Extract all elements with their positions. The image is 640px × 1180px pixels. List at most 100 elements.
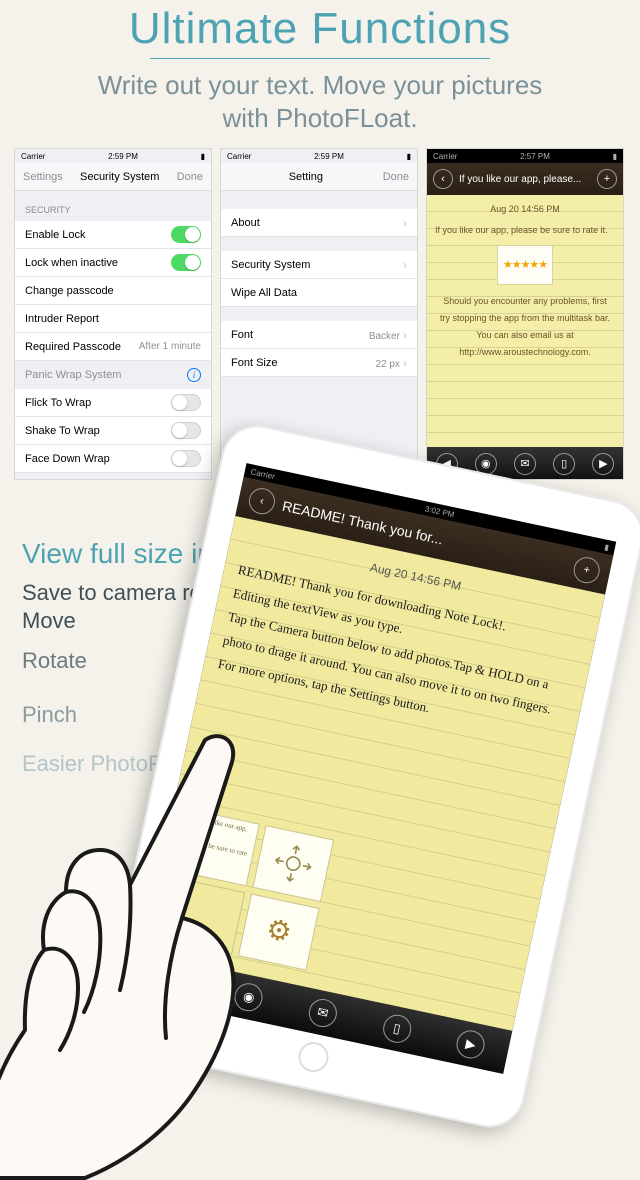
next-button[interactable]: ▶ xyxy=(592,453,614,475)
page-subtitle: Write out your text. Move your pictures … xyxy=(0,69,640,148)
note-line-1: If you like our app, please be sure to r… xyxy=(435,222,615,239)
prev-button[interactable]: ◀ xyxy=(158,965,191,998)
status-bar: Carrier 2:59 PM ▮ xyxy=(221,149,417,163)
title-underline xyxy=(150,58,490,59)
ipad-screen: Carrier 3:02 PM ▮ ‹ README! Thank you fo… xyxy=(133,463,616,1074)
battery-icon: ▮ xyxy=(613,152,617,161)
toggle-flick[interactable] xyxy=(171,394,201,411)
carrier-label: Carrier xyxy=(227,152,251,161)
toggle-facedown[interactable] xyxy=(171,450,201,467)
carrier-label: Carrier xyxy=(433,152,457,161)
trash-button[interactable]: ▯ xyxy=(553,453,575,475)
note-nav-bar: ‹ If you like our app, please... + xyxy=(427,163,623,195)
back-button[interactable]: ‹ xyxy=(247,486,278,517)
note-line-2: Should you encounter any problems, first… xyxy=(435,293,615,361)
ipad-body: Carrier 3:02 PM ▮ ‹ README! Thank you fo… xyxy=(96,419,640,1134)
subtitle-line-2: with PhotoFLoat. xyxy=(222,103,417,133)
label-font: Font xyxy=(231,329,253,341)
mail-button[interactable]: ✉ xyxy=(514,453,536,475)
widget-empty[interactable] xyxy=(163,878,245,955)
back-button[interactable]: Settings xyxy=(23,171,63,183)
row-facedown-wrap[interactable]: Face Down Wrap xyxy=(15,445,211,473)
status-bar: Carrier 2:57 PM ▮ xyxy=(427,149,623,163)
row-change-passcode[interactable]: Change passcode xyxy=(15,277,211,305)
row-lock-inactive[interactable]: Lock when inactive xyxy=(15,249,211,277)
row-required-passcode[interactable]: Required Passcode After 1 minute xyxy=(15,333,211,361)
label-intruder: Intruder Report xyxy=(25,313,99,325)
label-enable-lock: Enable Lock xyxy=(25,229,86,241)
label-about: About xyxy=(231,217,260,229)
toggle-lock-inactive[interactable] xyxy=(171,254,201,271)
note-paper[interactable]: Aug 20 14:56 PM README! Thank you for do… xyxy=(143,516,605,1031)
label-fontsize: Font Size xyxy=(231,357,277,369)
label-flick: Flick To Wrap xyxy=(25,397,91,409)
screenshot-triptych: Carrier 2:59 PM ▮ Settings Security Syst… xyxy=(0,148,640,480)
section-panic-wrap: Panic Wrap System i xyxy=(15,361,211,389)
label-facedown: Face Down Wrap xyxy=(25,453,110,465)
subtitle-line-1: Write out your text. Move your pictures xyxy=(98,70,543,100)
note-date: Aug 20 14:56 PM xyxy=(435,201,615,218)
row-wipe-data[interactable]: Wipe All Data xyxy=(221,279,417,307)
value-font: Backer › xyxy=(369,328,407,342)
nav-bar: Setting Done xyxy=(221,163,417,191)
chevron-right-icon: › xyxy=(403,216,407,230)
toggle-enable-lock[interactable] xyxy=(171,226,201,243)
done-button[interactable]: Done xyxy=(177,171,203,183)
row-intruder-report[interactable]: Intruder Report xyxy=(15,305,211,333)
clock-label: 2:57 PM xyxy=(520,152,550,161)
value-required: After 1 minute xyxy=(139,341,201,352)
next-button[interactable]: ▶ xyxy=(454,1028,487,1061)
done-button[interactable]: Done xyxy=(383,171,409,183)
nav-bar: Settings Security System Done xyxy=(15,163,211,191)
battery-icon: ▮ xyxy=(201,152,205,161)
widget-rate-note[interactable]: If you like our app, please be sure to r… xyxy=(178,809,260,886)
label-wipe: Wipe All Data xyxy=(231,287,297,299)
battery-icon: ▮ xyxy=(407,152,411,161)
row-shake-wrap[interactable]: Shake To Wrap xyxy=(15,417,211,445)
label-lock-inactive: Lock when inactive xyxy=(25,257,118,269)
spacer xyxy=(221,307,417,321)
toggle-shake[interactable] xyxy=(171,422,201,439)
spacer xyxy=(221,191,417,209)
note-paper[interactable]: Aug 20 14:56 PM If you like our app, ple… xyxy=(427,195,623,447)
nav-title: Security System xyxy=(80,171,159,183)
spacer xyxy=(221,237,417,251)
chevron-right-icon: › xyxy=(403,258,407,272)
row-flick-wrap[interactable]: Flick To Wrap xyxy=(15,389,211,417)
home-button[interactable] xyxy=(296,1039,332,1075)
status-bar: Carrier 2:59 PM ▮ xyxy=(15,149,211,163)
page-title: Ultimate Functions xyxy=(0,4,640,54)
row-enable-lock[interactable]: Enable Lock xyxy=(15,221,211,249)
clock-label: 2:59 PM xyxy=(314,152,344,161)
battery-icon: ▮ xyxy=(604,542,610,552)
ipad-mockup: Carrier 3:02 PM ▮ ‹ README! Thank you fo… xyxy=(96,419,640,1134)
label-change-passcode: Change passcode xyxy=(25,285,114,297)
row-about[interactable]: About › xyxy=(221,209,417,237)
back-button[interactable]: ‹ xyxy=(433,169,453,189)
row-font[interactable]: Font Backer › xyxy=(221,321,417,349)
section-header-security: SECURITY xyxy=(15,191,211,221)
widget-move-icon[interactable] xyxy=(252,825,334,902)
carrier-label: Carrier xyxy=(21,152,45,161)
label-security: Security System xyxy=(231,259,310,271)
trash-button[interactable]: ▯ xyxy=(380,1012,413,1045)
label-required: Required Passcode xyxy=(25,341,121,353)
camera-button[interactable]: ◉ xyxy=(232,981,265,1014)
nav-title: Setting xyxy=(289,171,323,183)
add-button[interactable]: + xyxy=(571,555,602,586)
value-fontsize: 22 px › xyxy=(375,356,407,370)
row-font-size[interactable]: Font Size 22 px › xyxy=(221,349,417,377)
phone-security-settings: Carrier 2:59 PM ▮ Settings Security Syst… xyxy=(14,148,212,480)
label-shake: Shake To Wrap xyxy=(25,425,100,437)
clock-label: 2:59 PM xyxy=(108,152,138,161)
row-security-system[interactable]: Security System › xyxy=(221,251,417,279)
photo-widgets: If you like our app, please be sure to r… xyxy=(163,809,334,970)
rating-stars[interactable]: ★★★★★ xyxy=(497,245,553,285)
add-button[interactable]: + xyxy=(597,169,617,189)
phone-note-view: Carrier 2:57 PM ▮ ‹ If you like our app,… xyxy=(426,148,624,480)
label-panic: Panic Wrap System xyxy=(25,369,121,381)
info-icon[interactable]: i xyxy=(187,368,201,382)
mail-button[interactable]: ✉ xyxy=(306,996,339,1029)
note-title: If you like our app, please... xyxy=(459,174,591,185)
widget-gear-icon[interactable]: ⚙ xyxy=(238,893,320,970)
